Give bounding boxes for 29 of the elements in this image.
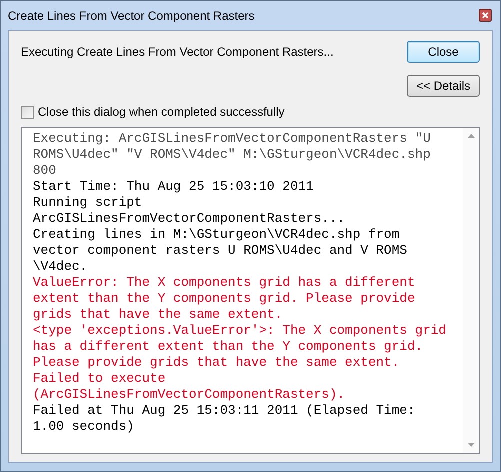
window-title: Create Lines From Vector Component Rasters	[8, 8, 255, 24]
details-button[interactable]: << Details	[407, 75, 480, 97]
error-log-line: (ArcGISLinesFromVectorComponentRasters).	[33, 387, 346, 403]
error-log-line: Please provide grids that have the same extent.	[33, 355, 401, 371]
log-line: Executing: ArcGISLinesFromVectorComponentRasters "U	[33, 131, 432, 147]
error-log-line: Failed to execute	[33, 371, 167, 387]
scroll-up-icon[interactable]	[468, 134, 474, 138]
log-line: vector component rasters U ROMS\U4dec and V ROMS	[33, 243, 408, 259]
close-when-done-checkbox[interactable]	[21, 106, 34, 118]
log-line: 800	[33, 163, 58, 179]
scrollbar[interactable]	[463, 128, 479, 453]
log-line: ROMS\U4dec" "V ROMS\V4dec" M:\GSturgeon\VCR4dec.shp	[33, 147, 432, 163]
error-log-line: has a different extent than the Y components grid.	[33, 339, 424, 355]
scroll-down-icon[interactable]	[468, 443, 474, 447]
close-icon[interactable]	[479, 9, 492, 22]
error-log-line: <type 'exceptions.ValueError'>: The X components grid	[33, 323, 448, 339]
error-log-line: ValueError: The X components grid has a different	[33, 275, 416, 291]
log-line: \V4dec.	[33, 259, 89, 275]
error-log-line: extent than the Y components grid. Please provide	[33, 291, 416, 307]
log-line: 1.00 seconds)	[33, 419, 136, 435]
log-line: Creating lines in M:\GSturgeon\VCR4dec.shp from	[33, 227, 401, 243]
checkbox-label: Close this dialog when completed successfully	[38, 104, 285, 121]
status-text: Executing Create Lines From Vector Component Rasters...	[21, 44, 334, 61]
close-button[interactable]: Close	[407, 41, 480, 63]
log-line: Failed at Thu Aug 25 15:03:11 2011 (Elapsed Time:	[33, 403, 416, 419]
error-log-line: grids that have the same extent.	[33, 307, 284, 323]
log-line: Running script	[33, 195, 144, 211]
log-line: ArcGISLinesFromVectorComponentRasters...	[33, 211, 346, 227]
log-line: Start Time: Thu Aug 25 15:03:10 2011	[33, 179, 315, 195]
